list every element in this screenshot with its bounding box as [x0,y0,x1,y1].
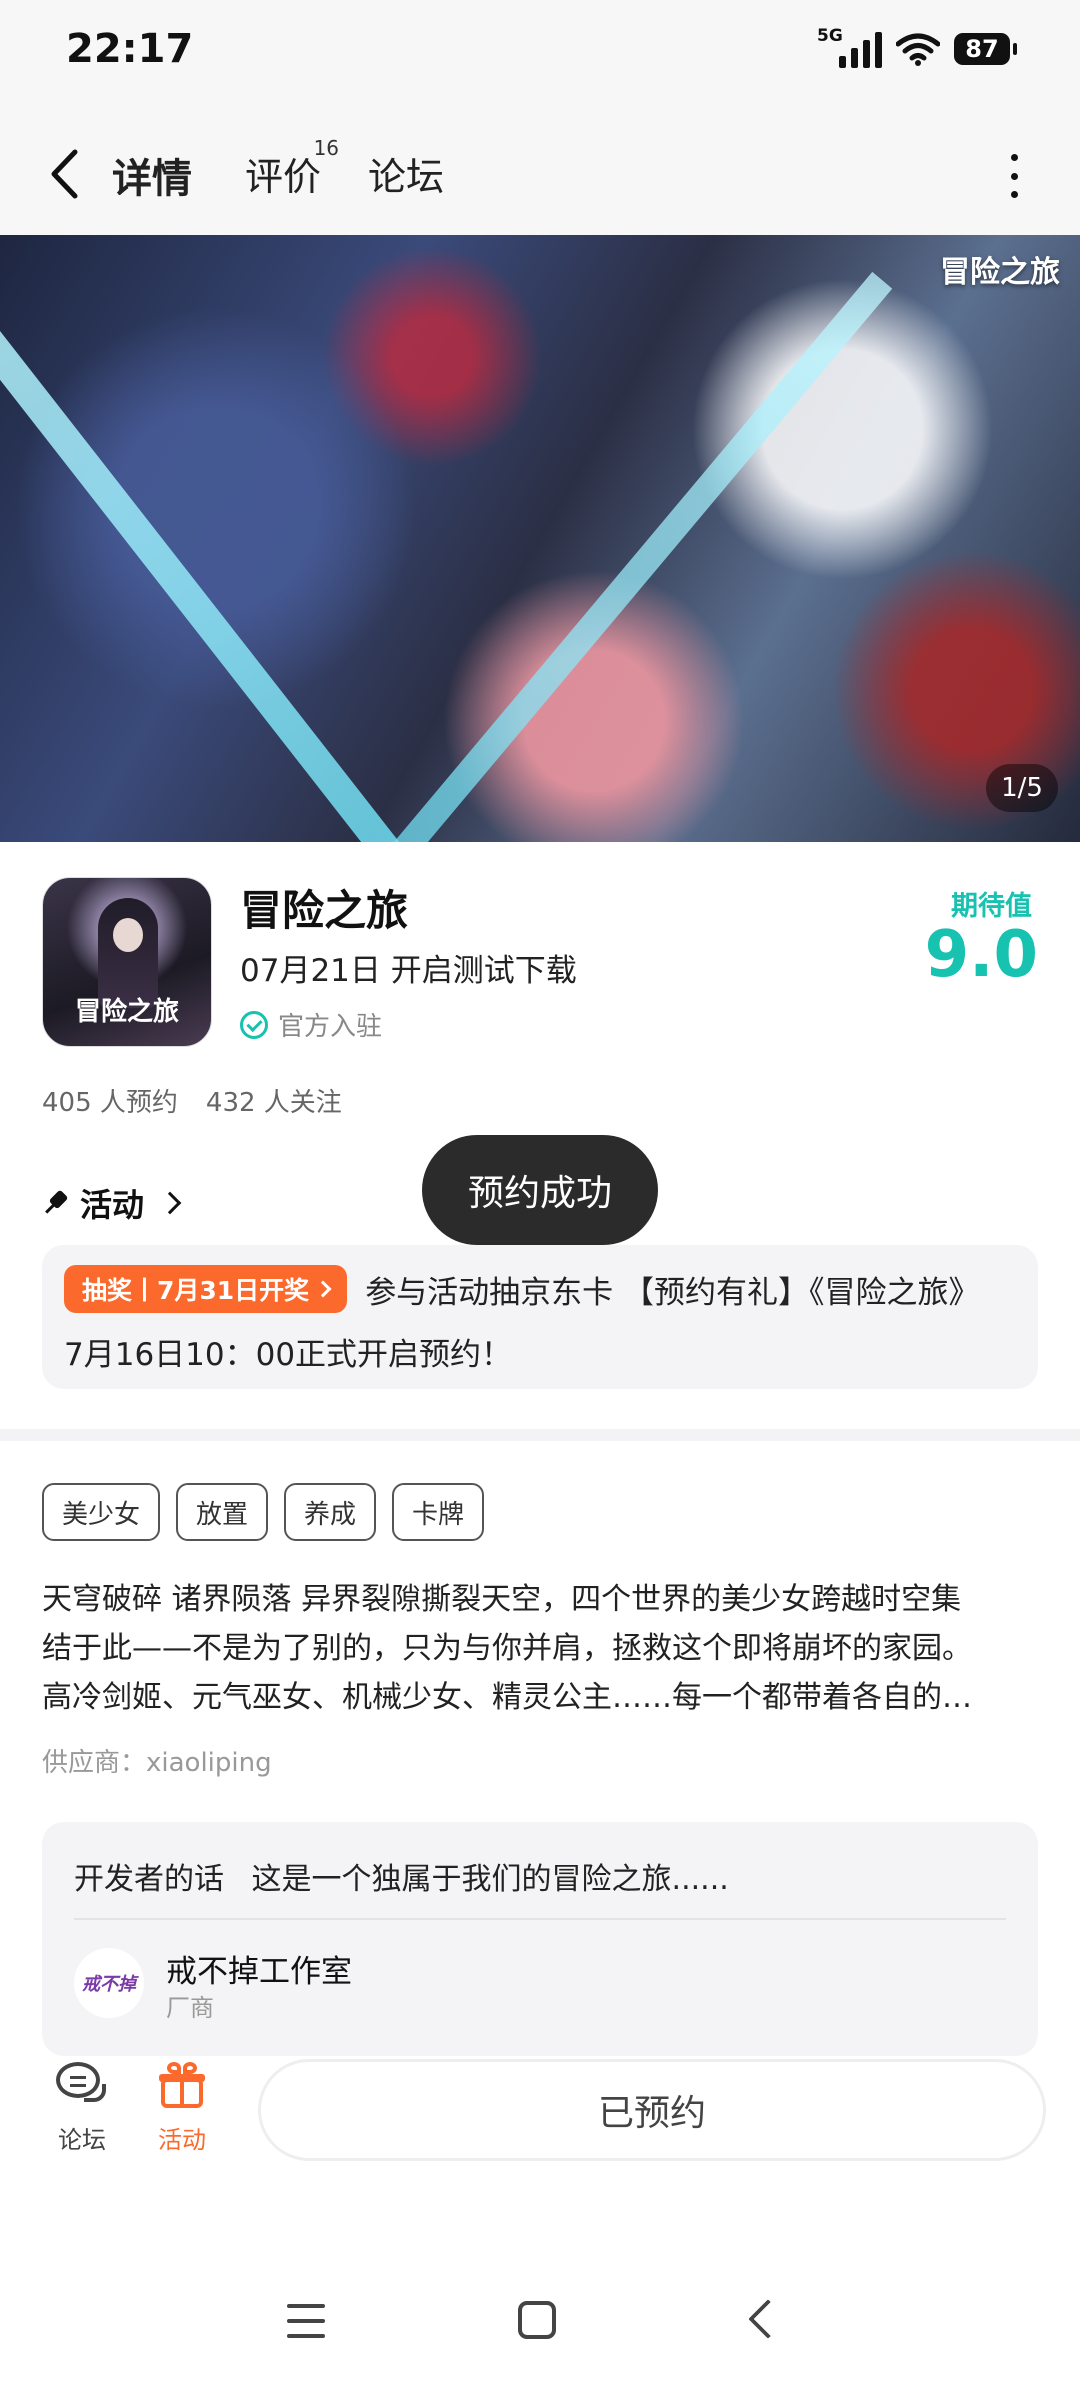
tag-list: 美少女 放置 养成 卡牌 [42,1483,485,1541]
system-back-button[interactable] [748,2299,788,2339]
tab-review-label: 评价 [245,155,322,199]
more-dot [1010,154,1018,161]
banner-logo: 冒险之旅 [940,255,1060,290]
lottery-badge[interactable]: 抽奖丨7月31日开奖 [64,1265,348,1313]
reserved-button[interactable]: 已预约 [258,2059,1046,2161]
lottery-badge-label: 抽奖丨7月31日开奖 [82,1276,310,1305]
chevron-right-icon [158,1191,182,1215]
game-icon-text: 冒险之旅 [74,997,179,1027]
supplier-info: 供应商：xiaoliping [42,1748,272,1778]
activity-text-continued: 7月16日10：00正式开启预约！ [64,1337,513,1373]
chevron-left-icon [51,149,78,199]
activity-header-label: 活动 [80,1186,145,1224]
developer-avatar[interactable]: 戒不掉 [74,1948,144,2018]
release-info: 07月21日 开启测试下载 [240,953,577,989]
pin-icon [37,1185,74,1222]
forum-button-label: 论坛 [58,2126,106,2154]
banner-art [0,241,484,842]
developer-card[interactable]: 开发者的话 这是一个独属于我们的冒险之旅...... 戒不掉 戒不掉工作室 厂商 [42,1822,1038,2056]
score-value: 9.0 [924,918,1038,992]
signal-icon: 5G [817,26,882,68]
wifi-icon [896,33,940,66]
game-icon: 冒险之旅 [42,877,212,1047]
banner-carousel[interactable]: 冒险之旅 1/5 [0,235,1080,842]
system-nav-bar [0,2270,1080,2401]
bottom-action-bar: 论坛 活动 已预约 [0,2059,1080,2202]
reservation-count: 405 人预约 [42,1088,178,1118]
status-bar: 22:17 5G 87 [0,0,1080,110]
home-button[interactable] [518,2301,556,2339]
activity-button-label: 活动 [158,2126,206,2154]
game-stats: 405 人预约 432 人关注 [42,1082,342,1119]
description-line: 天穹破碎 诸界陨落 异界裂隙撕裂天空，四个世界的美少女跨越时空集 [42,1582,962,1617]
tag[interactable]: 美少女 [42,1483,161,1541]
more-dot [1010,172,1018,180]
check-circle-icon [240,1010,268,1039]
toast-message: 预约成功 [422,1135,658,1245]
activity-header[interactable]: 活动 [42,1180,182,1226]
game-description[interactable]: 天穹破碎 诸界陨落 异界裂隙撕裂天空，四个世界的美少女跨越时空集 结于此——不是… [42,1575,1042,1722]
follower-count: 432 人关注 [205,1088,342,1118]
gift-icon [159,2062,205,2108]
icon-face [113,918,143,952]
tag[interactable]: 放置 [176,1483,269,1541]
activity-button[interactable]: 活动 [142,2062,222,2155]
chat-bubble-icon [56,2062,108,2108]
status-time: 22:17 [66,26,194,72]
more-dot [1010,191,1018,198]
tab-detail-label: 详情 [112,156,192,202]
status-icons: 5G 87 [817,26,1017,68]
developer-label: 开发者的话 [74,1862,224,1897]
tab-forum[interactable]: 论坛 [368,146,444,201]
activity-text: 参与活动抽京东卡 【预约有礼】《冒险之旅》 [365,1274,980,1311]
official-label: 官方入驻 [278,1012,383,1042]
game-title: 冒险之旅 [240,886,409,935]
tag[interactable]: 卡牌 [392,1483,485,1541]
forum-button[interactable]: 论坛 [42,2062,122,2155]
developer-name[interactable]: 戒不掉工作室 [166,1946,352,1991]
section-divider [0,1429,1080,1441]
back-button[interactable] [44,144,84,204]
page-indicator: 1/5 [986,764,1058,812]
battery-icon: 87 [954,33,1017,65]
activity-card[interactable]: 抽奖丨7月31日开奖 参与活动抽京东卡 【预约有礼】《冒险之旅》 7月16日10… [42,1245,1038,1389]
developer-role: 厂商 [166,1994,214,2022]
tab-review[interactable]: 评价 16 [245,136,339,201]
tag[interactable]: 养成 [284,1483,377,1541]
official-badge: 官方入驻 [240,1006,382,1043]
chevron-right-icon [314,1280,332,1298]
top-nav: 详情 评价 16 论坛 [0,110,1080,235]
banner-art [293,271,893,842]
developer-message: 开发者的话 这是一个独属于我们的冒险之旅...... [74,1854,729,1898]
review-count-badge: 16 [313,136,340,160]
recent-apps-button[interactable] [287,2304,325,2338]
content-sheet: 冒险之旅 冒险之旅 07月21日 开启测试下载 官方入驻 期待值 9.0 405… [0,842,1080,2401]
developer-message-text: 这是一个独属于我们的冒险之旅...... [251,1862,729,1897]
divider [74,1918,1006,1920]
tab-forum-label: 论坛 [368,155,445,199]
network-type: 5G [817,26,843,46]
tab-detail[interactable]: 详情 [107,146,197,204]
description-line: 高冷剑姬、元气巫女、机械少女、精灵公主……每一个都带着各自的… [42,1680,972,1715]
description-line: 结于此——不是为了别的，只为与你并肩，拯救这个即将崩坏的家园。 [42,1631,972,1666]
more-options-button[interactable] [1004,154,1024,198]
